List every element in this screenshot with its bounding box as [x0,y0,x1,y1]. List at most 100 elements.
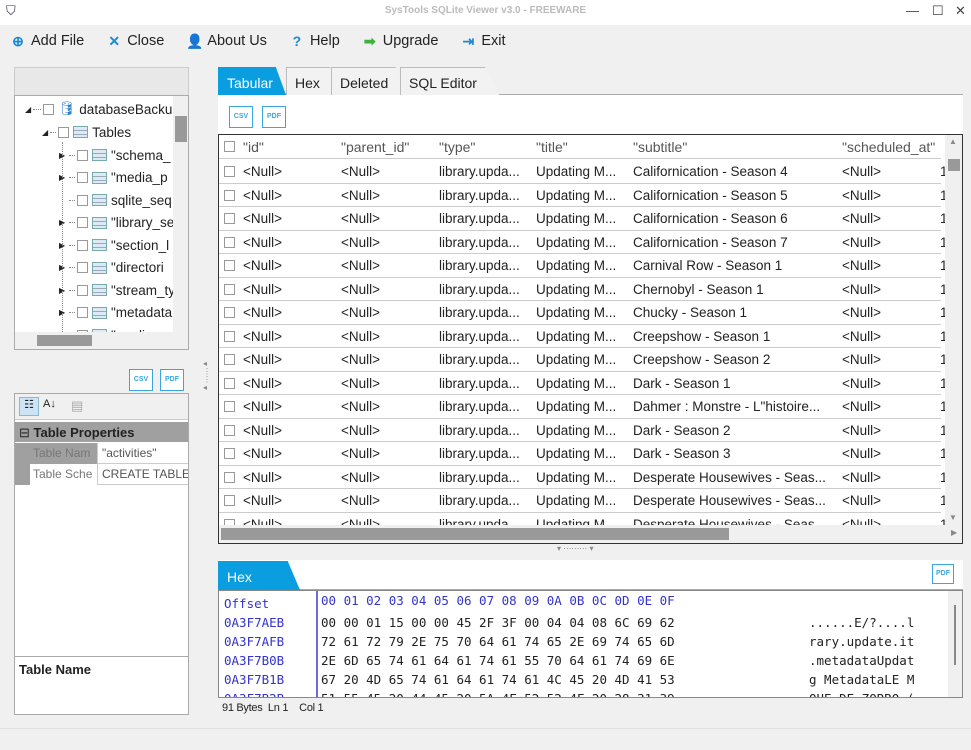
table-row[interactable]: <Null> <Null> library.upda... Updating M...… [219,254,945,278]
row-checkbox[interactable] [224,424,235,436]
tabular-export-csv-button[interactable]: CSV [229,106,253,128]
horizontal-splitter[interactable]: ▾ ⋯⋯⋯ ▾ [557,544,593,553]
expand-icon[interactable]: ▶ [59,263,67,272]
column-header[interactable]: "parent_id" [341,139,435,155]
expand-icon[interactable]: ▶ [59,308,67,317]
add-file-button[interactable]: ⊕ Add File [10,33,84,50]
row-checkbox[interactable] [224,471,235,483]
row-checkbox[interactable] [224,448,235,459]
tab-sql-editor[interactable]: SQL Editor [400,67,500,95]
grid-hscrollbar[interactable]: ▶ [219,525,962,543]
minimize-button[interactable]: — [906,3,919,18]
close-button[interactable]: ✕ Close [106,33,164,50]
table-properties-section[interactable]: ⊟ Table Properties [15,422,188,442]
tab-tabular[interactable]: Tabular [218,67,286,95]
row-checkbox[interactable] [224,330,235,342]
property-value[interactable]: CREATE TABLE " [99,464,188,485]
database-tree[interactable]: ◢ 🛢 databaseBackup ◢ Tables ▶ "schema_ ▶ "me… [14,95,189,350]
checkbox[interactable] [77,172,88,183]
tab-deleted[interactable]: Deleted [331,67,407,95]
row-checkbox[interactable] [224,260,235,271]
checkbox[interactable] [77,284,88,296]
expand-icon[interactable]: ▶ [59,151,67,160]
row-checkbox[interactable] [224,166,235,177]
table-row[interactable]: <Null> <Null> library.upda... Updating M...… [219,231,945,254]
property-row[interactable]: Table Nam "activities" [15,443,188,464]
row-checkbox[interactable] [224,236,235,248]
checkbox[interactable] [77,239,88,251]
tree-table-item[interactable]: ▶ "stream_ty [59,279,175,301]
table-row[interactable]: <Null> <Null> library.upda... Updating M...… [219,160,945,184]
table-row[interactable]: <Null> <Null> library.upda... Updating M...… [219,325,945,348]
tree-table-item[interactable]: ▶ "metadata [59,302,172,324]
hex-panel-tab[interactable]: Hex [218,561,300,590]
categorized-icon[interactable]: ☷ [19,397,39,416]
close-window-button[interactable]: ✕ [955,3,966,19]
expand-icon[interactable]: ▶ [59,286,67,295]
column-header[interactable]: "title" [536,139,629,155]
hex-ascii[interactable]: rary.update.it [809,634,914,649]
row-checkbox[interactable] [224,401,235,412]
column-header[interactable]: "scheduled_at" [842,139,936,155]
table-row[interactable]: <Null> <Null> library.upda... Updating M...… [219,442,945,466]
sort-alpha-icon[interactable]: A↓ [43,398,56,410]
table-row[interactable]: <Null> <Null> library.upda... Updating M...… [219,489,945,513]
tabular-export-pdf-button[interactable]: PDF [262,106,286,128]
hex-bytes[interactable]: 51 55 45 20 44 45 20 5A 4F 52 52 4F 20 2… [321,691,675,697]
about-us-button[interactable]: 👤 About Us [186,33,267,50]
row-checkbox[interactable] [224,377,235,389]
checkbox[interactable] [58,126,70,138]
expand-icon[interactable]: ▶ [59,241,67,250]
table-row[interactable]: <Null> <Null> library.upda... Updating M...… [219,419,945,442]
property-pages-icon[interactable]: ▤ [71,398,83,414]
upgrade-button[interactable]: ➡ Upgrade [362,33,439,50]
tree-tables-node[interactable]: ◢ Tables [42,121,131,143]
checkbox[interactable] [77,149,88,161]
tab-hex[interactable]: Hex [286,67,338,95]
checkbox[interactable] [77,194,88,206]
row-checkbox[interactable] [224,354,235,365]
maximize-button[interactable]: ☐ [932,3,944,19]
hex-bytes[interactable]: 00 00 01 15 00 00 45 2F 3F 00 04 04 08 6… [321,615,675,630]
hex-bytes[interactable]: 67 20 4D 65 74 61 64 61 74 61 4C 45 20 4… [321,672,675,687]
table-row[interactable]: <Null> <Null> library.upda... Updating M...… [219,348,945,372]
hex-viewer[interactable]: Offset 00 01 02 03 04 05 06 07 08 09 0A … [218,590,963,698]
hex-bytes[interactable]: 72 61 72 79 2E 75 70 64 61 74 65 2E 69 7… [321,634,675,649]
checkbox[interactable] [77,217,88,228]
hex-ascii[interactable]: g MetadataLE M [809,672,914,687]
property-row[interactable]: Table ScheCREATE TABLE " [15,464,188,485]
checkbox[interactable] [43,103,55,115]
hex-ascii[interactable]: ......E/?....l [809,615,914,630]
table-row[interactable]: <Null> <Null> library.upda... Updating M...… [219,207,945,231]
export-csv-button[interactable]: CSV [129,369,153,391]
table-row[interactable]: <Null> <Null> library.upda... Updating M...… [219,372,945,395]
property-value[interactable]: "activities" [99,443,188,464]
tree-root[interactable]: ◢ 🛢 databaseBackup [25,98,180,120]
tree-table-item[interactable]: ▶ "schema_ [59,144,171,166]
tree-table-item[interactable]: ▶sqlite_seq [59,189,172,211]
table-row[interactable]: <Null> <Null> library.upda... Updating M...… [219,184,945,207]
data-grid[interactable]: "id" "parent_id" "type" "title" "subtitle" "s… [218,134,963,544]
checkbox[interactable] [77,262,88,273]
column-header[interactable]: "id" [243,139,337,155]
vertical-splitter[interactable]: ◂ ⋮ ⋮ ◂ [203,360,211,392]
hex-export-pdf-button[interactable]: PDF [932,564,954,584]
hex-ascii[interactable]: QUE DE ZORRO ( [809,691,914,697]
column-header[interactable]: "subtitle" [633,139,838,155]
row-checkbox[interactable] [224,189,235,201]
tree-vscrollbar[interactable] [173,96,188,332]
column-header[interactable]: "type" [439,139,532,155]
hex-ascii[interactable]: .metadataUpdat [809,653,914,668]
checkbox[interactable] [77,307,88,318]
row-checkbox[interactable] [224,307,235,318]
tree-hscrollbar[interactable] [15,332,188,349]
table-row[interactable]: <Null> <Null> library.upda... Updating M...… [219,278,945,301]
hex-vscrollbar[interactable] [948,591,962,697]
tree-table-item[interactable]: ▶ "directori [59,257,164,279]
table-row[interactable]: <Null> <Null> library.upda... Updating M...… [219,301,945,325]
row-checkbox[interactable] [224,495,235,506]
tree-table-item[interactable]: ▶ "media_p [59,167,168,189]
table-row[interactable]: <Null> <Null> library.upda... Updating M...… [219,395,945,419]
row-checkbox[interactable] [224,213,235,224]
exit-button[interactable]: ⇥ Exit [460,33,506,50]
